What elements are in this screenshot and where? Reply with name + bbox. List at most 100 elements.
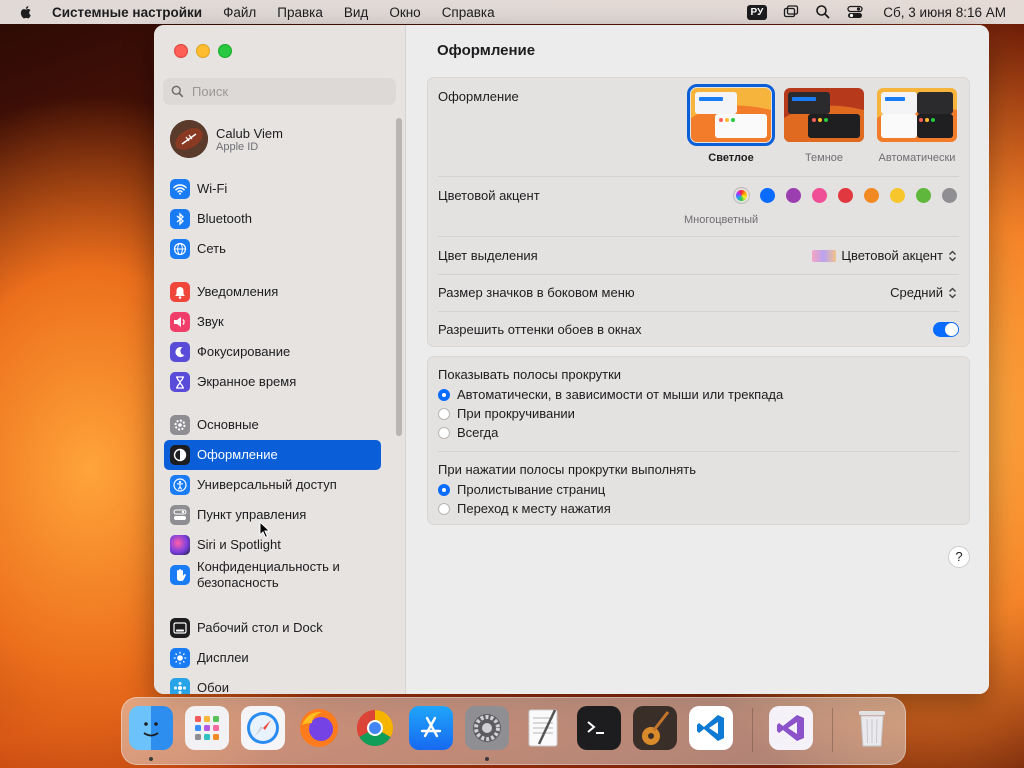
- search-icon: [171, 85, 184, 98]
- accent-purple[interactable]: [786, 188, 801, 203]
- menu-file[interactable]: Файл: [223, 5, 256, 20]
- radio-label: Всегда: [457, 425, 499, 440]
- scrollbars-option-scrolling[interactable]: При прокручивании: [438, 406, 575, 421]
- appearance-dark-label[interactable]: Темное: [776, 152, 872, 164]
- up-down-arrows-icon: [949, 287, 956, 298]
- radio-unselected[interactable]: [438, 502, 450, 515]
- sidebar-item-privacy[interactable]: Конфиденциальность и безопасность: [164, 558, 381, 592]
- sidebar-item-appearance[interactable]: Оформление: [164, 440, 381, 470]
- accent-caption: Многоцветный: [684, 214, 759, 226]
- sidebar-item-accessibility[interactable]: Универсальный доступ: [164, 470, 381, 500]
- screen-mirroring-icon[interactable]: [783, 4, 799, 20]
- dock-safari-icon[interactable]: [241, 706, 285, 750]
- dock-system-settings-icon[interactable]: [465, 706, 509, 750]
- appearance-light-thumbnail[interactable]: [687, 84, 775, 146]
- tinting-toggle[interactable]: [933, 322, 959, 337]
- menu-window[interactable]: Окно: [389, 5, 420, 20]
- highlight-color-select[interactable]: Цветовой акцент: [812, 248, 957, 263]
- apple-id-account[interactable]: Calub Viem Apple ID: [170, 120, 283, 158]
- appearance-dark-thumbnail[interactable]: [784, 88, 864, 142]
- dock-visual-studio-icon[interactable]: [769, 706, 813, 750]
- sidebar-item-label: Siri и Spotlight: [197, 537, 281, 552]
- accent-green[interactable]: [916, 188, 931, 203]
- sidebar-scrollbar[interactable]: [396, 118, 402, 436]
- dock-trash-icon[interactable]: [850, 706, 894, 750]
- dock-launchpad-icon[interactable]: [185, 706, 229, 750]
- menu-help[interactable]: Справка: [442, 5, 495, 20]
- click-scroll-option-page[interactable]: Пролистывание страниц: [438, 482, 605, 497]
- sidebar-item-label: Сеть: [197, 241, 226, 256]
- appearance-auto-label[interactable]: Автоматически: [869, 152, 965, 164]
- close-button[interactable]: [174, 44, 188, 58]
- help-button[interactable]: ?: [948, 546, 970, 568]
- sidebar-item-desktop-dock[interactable]: Рабочий стол и Dock: [164, 613, 381, 643]
- window-controls: [174, 44, 240, 58]
- radio-selected[interactable]: [438, 483, 450, 496]
- sidebar-item-wallpaper[interactable]: Обои: [164, 673, 381, 694]
- sidebar-item-displays[interactable]: Дисплеи: [164, 643, 381, 673]
- football-avatar-icon: [170, 120, 208, 158]
- scrollbars-panel: Показывать полосы прокрутки Автоматическ…: [427, 356, 970, 525]
- click-scroll-label: При нажатии полосы прокрутки выполнять: [438, 462, 697, 477]
- dock-textedit-icon[interactable]: [521, 706, 565, 750]
- menu-view[interactable]: Вид: [344, 5, 368, 20]
- dock-garageband-icon[interactable]: [633, 706, 677, 750]
- dock-finder-icon[interactable]: [129, 706, 173, 750]
- search-input[interactable]: [190, 83, 384, 100]
- dock-firefox-icon[interactable]: [297, 706, 341, 750]
- keyboard-layout-badge[interactable]: РУ: [746, 4, 768, 20]
- accent-pink[interactable]: [812, 188, 827, 203]
- radio-unselected[interactable]: [438, 407, 450, 420]
- highlight-swatch: [812, 249, 837, 262]
- control-center-menu-icon[interactable]: [847, 4, 863, 20]
- menu-edit[interactable]: Правка: [277, 5, 323, 20]
- scrollbars-option-auto[interactable]: Автоматически, в зависимости от мыши или…: [438, 387, 783, 402]
- spotlight-search-icon[interactable]: [815, 4, 831, 20]
- dock-terminal-icon[interactable]: [577, 706, 621, 750]
- accent-orange[interactable]: [864, 188, 879, 203]
- accent-graphite[interactable]: [942, 188, 957, 203]
- settings-window: Calub Viem Apple ID Wi-Fi Bluetooth Сеть…: [154, 25, 989, 694]
- sidebar-item-label: Фокусирование: [197, 344, 291, 359]
- main-pane: Оформление Оформление Светлое Темное Авт…: [406, 25, 989, 694]
- radio-unselected[interactable]: [438, 426, 450, 439]
- sidebar-item-general[interactable]: Основные: [164, 410, 381, 440]
- dock-app-store-icon[interactable]: [409, 706, 453, 750]
- sidebar-item-notifications[interactable]: Уведомления: [164, 277, 381, 307]
- appearance-light-label[interactable]: Светлое: [683, 152, 779, 164]
- click-scroll-option-jump[interactable]: Переход к месту нажатия: [438, 501, 611, 516]
- radio-selected[interactable]: [438, 388, 450, 401]
- accent-multicolor[interactable]: [734, 188, 749, 203]
- sidebar-item-sound[interactable]: Звук: [164, 307, 381, 337]
- sidebar-item-wifi[interactable]: Wi-Fi: [164, 174, 381, 204]
- dock-chrome-icon[interactable]: [353, 706, 397, 750]
- divider: [438, 311, 959, 312]
- apple-menu-icon[interactable]: [18, 4, 34, 20]
- scrollbars-option-always[interactable]: Всегда: [438, 425, 498, 440]
- sidebar-item-control-center[interactable]: Пункт управления: [164, 500, 381, 530]
- moon-icon: [170, 342, 190, 362]
- radio-label: Автоматически, в зависимости от мыши или…: [457, 387, 784, 402]
- appearance-icon: [170, 445, 190, 465]
- zoom-button[interactable]: [218, 44, 232, 58]
- dock-vscode-icon[interactable]: [689, 706, 733, 750]
- accent-red[interactable]: [838, 188, 853, 203]
- accent-blue[interactable]: [760, 188, 775, 203]
- account-subtitle: Apple ID: [216, 140, 259, 153]
- sidebar-search[interactable]: [163, 78, 396, 105]
- icon-size-select[interactable]: Средний: [890, 285, 957, 300]
- sidebar-item-network[interactable]: Сеть: [164, 234, 381, 264]
- menu-app-name[interactable]: Системные настройки: [52, 5, 202, 20]
- minimize-button[interactable]: [196, 44, 210, 58]
- sidebar-item-focus[interactable]: Фокусирование: [164, 337, 381, 367]
- accent-color-picker: [734, 188, 968, 203]
- accent-yellow[interactable]: [890, 188, 905, 203]
- icon-size-value: Средний: [890, 285, 943, 300]
- sidebar-item-siri[interactable]: Siri и Spotlight: [164, 530, 381, 560]
- sidebar-item-bluetooth[interactable]: Bluetooth: [164, 204, 381, 234]
- appearance-auto-thumbnail[interactable]: [877, 88, 957, 142]
- globe-icon: [170, 239, 190, 259]
- sidebar-item-screen-time[interactable]: Экранное время: [164, 367, 381, 397]
- menu-clock[interactable]: Сб, 3 июня 8:16 AM: [883, 5, 1006, 20]
- sidebar-item-label: Звук: [197, 314, 224, 329]
